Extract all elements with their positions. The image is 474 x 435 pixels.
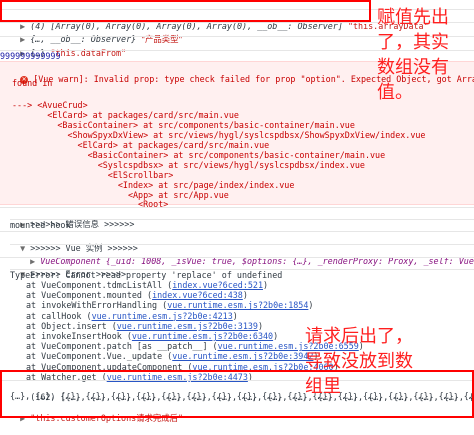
stack-frame-fn: at VueComponent.patch [as __patch__] ( [26,341,218,352]
stack-frame-fn: at invokeWithErrorHandling ( [26,300,168,311]
stack-frame-link[interactable]: vue.runtime.esm.js?2b0e:6340 [132,331,273,341]
stack-frame-close: ) [263,280,269,290]
stack-frame-link[interactable]: index.vue?6ced:521 [172,280,263,290]
highlight-box-top [0,0,371,22]
stack-frame-fn: at VueComponent.mounted ( [26,290,153,301]
stack-frame-fn: at Object.insert ( [26,320,117,331]
mounted-hook-text: mounted hook [10,219,474,231]
stack-frame-close: ) [232,310,238,321]
stack-frame-fn: at invokeInsertHook ( [26,331,132,341]
stack-frame-fn: at VueComponent.Vue._update ( [26,351,173,362]
stack-frame-fn: at callHook ( [26,310,92,321]
stack-frame-link[interactable]: vue.runtime.esm.js?2b0e:3942 [172,351,313,361]
stack-frame-link[interactable]: index.vue?6ced:438 [152,290,243,300]
annotation-top: 赋值先出 了，其实 数组没有 值。 [377,7,449,103]
stack-frame-fn: at VueComponent.tdmcListAll ( [26,280,173,290]
stack-frame-link[interactable]: vue.runtime.esm.js?2b0e:1854 [167,300,308,310]
stack-frame-close: ) [257,320,263,331]
stack-frame-close: ) [308,300,314,311]
stack-frame-link[interactable]: vue.runtime.esm.js?2b0e:3139 [117,321,258,331]
stack-frame-close: ) [273,331,279,341]
stack-frame-link[interactable]: vue.runtime.esm.js?2b0e:4213 [92,311,233,321]
stack-frame-close: ) [242,290,248,301]
annotation-bottom: 请求后出了， 导致没放到数 组里 [305,326,413,397]
